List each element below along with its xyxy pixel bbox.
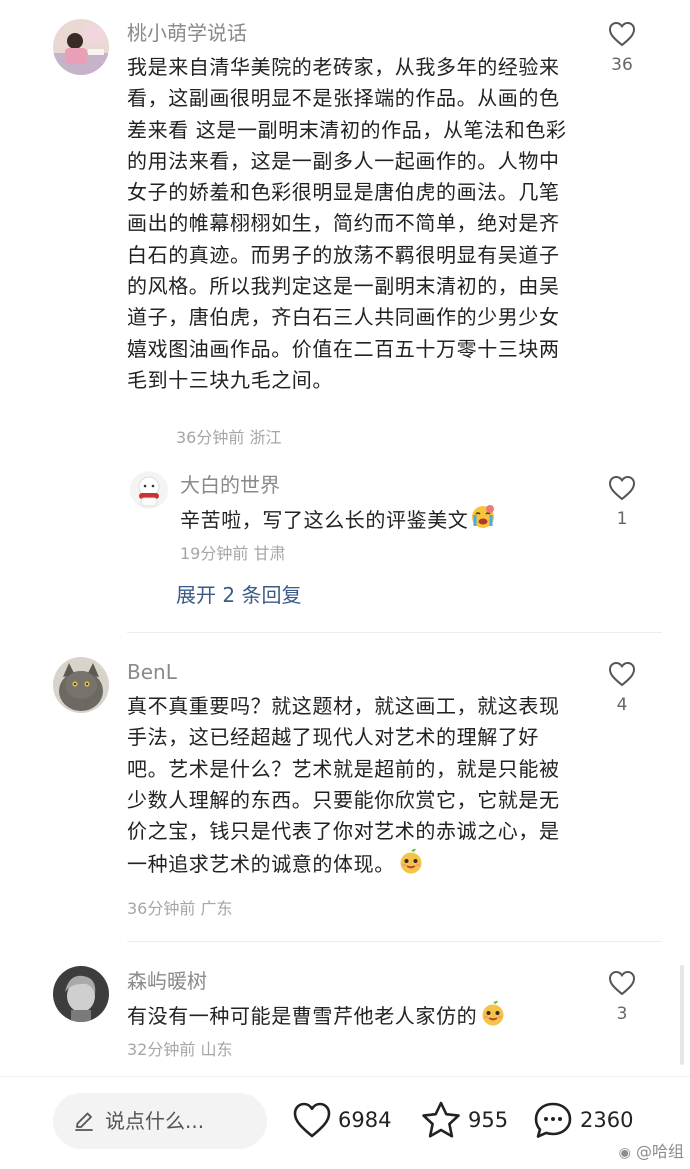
comment-item: 桃小萌学说话 我是来自清华美院的老砖家，从我多年的经验来看，这副画很明显不是张择…: [0, 0, 690, 630]
pencil-icon: [75, 1112, 93, 1131]
like-button[interactable]: 3: [597, 970, 647, 1024]
comment-text: 我是来自清华美院的老砖家，从我多年的经验来看，这副画很明显不是张择端的作品。从画…: [127, 55, 567, 392]
smirk-face-emoji-icon: [479, 999, 507, 1036]
comment-location: 山东: [200, 1040, 233, 1059]
crying-emoji-icon: [470, 504, 496, 539]
reply-time: 19分钟前: [180, 544, 249, 563]
comment-meta: 36分钟前 浙江: [176, 427, 281, 449]
like-count: 1: [616, 509, 628, 529]
comment-count: 2360: [580, 1108, 634, 1132]
like-count: 4: [616, 695, 628, 715]
reply-text-content: 辛苦啦，写了这么长的评鉴美文: [180, 508, 469, 533]
reply-location: 甘肃: [253, 544, 286, 563]
heart-icon: [293, 1102, 331, 1138]
reply-like-button[interactable]: 1: [597, 475, 647, 529]
favorite-button[interactable]: 955: [420, 1099, 508, 1141]
comment-username[interactable]: 森屿暖树: [127, 968, 207, 994]
watermark: ◉ @哈组: [619, 1142, 684, 1163]
like-post-button[interactable]: 6984: [292, 1099, 391, 1141]
favorite-count: 955: [468, 1108, 509, 1132]
like-count: 3: [616, 1004, 628, 1024]
avatar[interactable]: [53, 657, 109, 713]
comment-input-placeholder: 说点什么...: [105, 1109, 205, 1133]
comment-count-button[interactable]: 2360: [532, 1099, 633, 1141]
comment-username[interactable]: 桃小萌学说话: [127, 20, 247, 46]
chat-bubble-icon: [534, 1102, 572, 1138]
comment-item: BenL 真不真重要吗？就这题材，就这画工，就这表现手法，这已经超越了现代人对艺…: [0, 640, 690, 940]
expand-replies-link[interactable]: 展开 2 条回复: [176, 582, 301, 608]
bottom-action-bar: 说点什么... 6984 955 2360: [0, 1076, 690, 1169]
heart-icon: [608, 661, 636, 687]
reply-username[interactable]: 大白的世界: [180, 472, 280, 498]
reply-meta: 19分钟前 甘肃: [180, 543, 285, 565]
comment-location: 广东: [200, 899, 233, 918]
divider: [127, 941, 662, 942]
avatar[interactable]: [53, 966, 109, 1022]
comment-time: 36分钟前: [127, 899, 196, 918]
comment-text: 有没有一种可能是曹雪芹他老人家仿的: [127, 999, 587, 1036]
comments-screen: 桃小萌学说话 我是来自清华美院的老砖家，从我多年的经验来看，这副画很明显不是张择…: [0, 0, 690, 1169]
comment-location: 浙江: [249, 428, 282, 447]
comment-text-content: 有没有一种可能是曹雪芹他老人家仿的: [127, 1004, 478, 1029]
comment-time: 32分钟前: [127, 1040, 196, 1059]
heart-icon: [608, 475, 636, 501]
comment-meta: 32分钟前 山东: [127, 1039, 232, 1061]
comment-input[interactable]: 说点什么...: [53, 1093, 267, 1149]
star-icon: [422, 1101, 460, 1138]
like-count: 36: [611, 55, 633, 75]
comment-item: 森屿暖树 有没有一种可能是曹雪芹他老人家仿的 32分钟前 山东 3: [0, 950, 690, 1070]
like-button[interactable]: 4: [597, 661, 647, 715]
reply-text: 辛苦啦，写了这么长的评鉴美文: [180, 504, 560, 539]
scrollbar[interactable]: [680, 965, 684, 1065]
divider: [127, 632, 662, 633]
comment-time: 36分钟前: [176, 428, 245, 447]
watermark-text: @哈组: [635, 1142, 684, 1161]
heart-icon: [608, 970, 636, 996]
reply-avatar[interactable]: [130, 471, 168, 509]
avatar[interactable]: [53, 19, 109, 75]
post-like-count: 6984: [338, 1108, 392, 1132]
heart-icon: [608, 21, 636, 47]
weibo-icon: ◉: [618, 1145, 631, 1161]
like-button[interactable]: 36: [597, 21, 647, 75]
comment-text-content: 真不真重要吗？就这题材，就这画工，就这表现手法，这已经超越了现代人对艺术的理解了…: [127, 694, 560, 877]
comment-meta: 36分钟前 广东: [127, 898, 232, 920]
smirk-face-emoji-icon: [397, 847, 425, 884]
comment-username[interactable]: BenL: [127, 659, 177, 685]
comment-text: 真不真重要吗？就这题材，就这画工，就这表现手法，这已经超越了现代人对艺术的理解了…: [127, 691, 575, 885]
